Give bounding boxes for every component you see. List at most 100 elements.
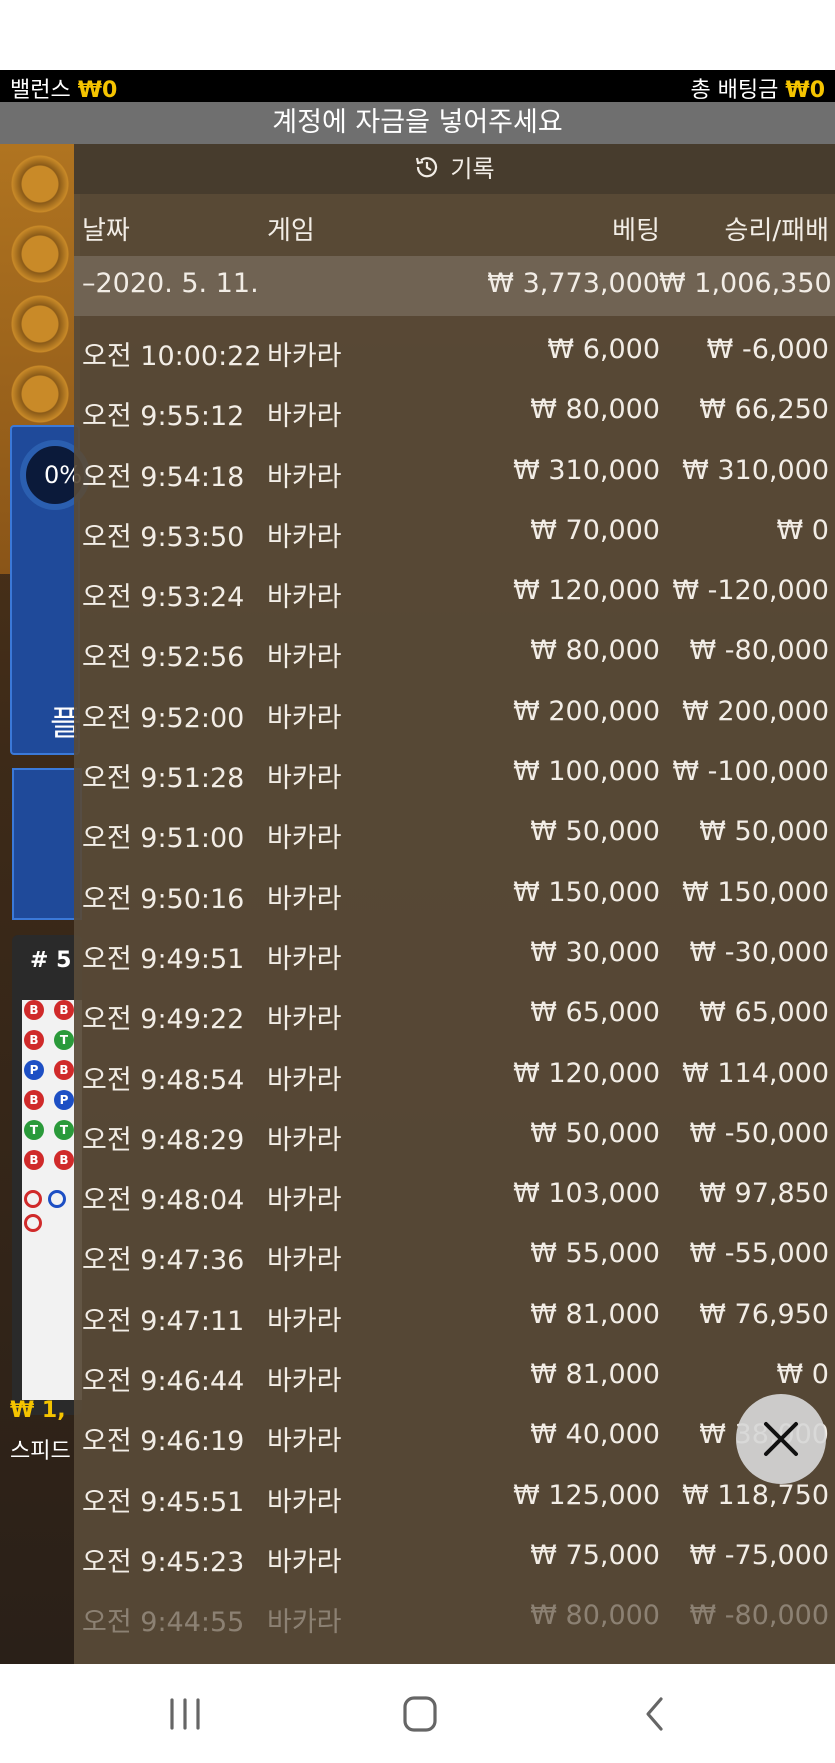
row-result: ₩ 66,250: [699, 394, 829, 426]
history-row[interactable]: 오전 9:51:28 바카라 ₩ 100,000 ₩ -100,000: [74, 738, 835, 798]
row-game: 바카라: [267, 1185, 342, 1217]
row-time: 오전 10:00:22: [82, 341, 262, 372]
row-game: 바카라: [267, 1245, 342, 1277]
row-time: 오전 9:48:04: [82, 1185, 245, 1217]
balance-display: 밸런스 ₩0: [10, 72, 117, 104]
bead-banker: B: [54, 1150, 74, 1170]
column-header-date[interactable]: 날짜: [82, 210, 262, 247]
row-result: ₩ 310,000: [682, 454, 829, 486]
close-button[interactable]: [736, 1394, 826, 1484]
row-result: ₩ 150,000: [682, 876, 829, 908]
history-header[interactable]: 기록: [74, 144, 835, 194]
history-row[interactable]: 오전 9:47:11 바카라 ₩ 81,000 ₩ 76,950: [74, 1281, 835, 1341]
history-row[interactable]: 오전 9:52:00 바카라 ₩ 200,000 ₩ 200,000: [74, 678, 835, 738]
row-game: 바카라: [267, 883, 342, 915]
history-row[interactable]: 오전 9:53:24 바카라 ₩ 120,000 ₩ -120,000: [74, 557, 835, 617]
row-time: 오전 9:51:28: [82, 763, 245, 795]
row-game: 바카라: [267, 1004, 342, 1036]
history-row[interactable]: 오전 9:49:51 바카라 ₩ 30,000 ₩ -30,000: [74, 919, 835, 979]
row-bet: ₩ 81,000: [530, 1298, 660, 1330]
row-bet: ₩ 30,000: [530, 936, 660, 968]
row-bet: ₩ 80,000: [530, 394, 660, 426]
history-row[interactable]: 오전 9:54:18 바카라 ₩ 310,000 ₩ 310,000: [74, 437, 835, 497]
history-row[interactable]: 오전 9:45:51 바카라 ₩ 125,000 ₩ 118,750: [74, 1462, 835, 1522]
row-bet: ₩ 120,000: [513, 575, 660, 607]
row-result: ₩ 76,950: [699, 1298, 829, 1330]
row-bet: ₩ 81,000: [530, 1359, 660, 1391]
recent-apps-icon[interactable]: [160, 1694, 210, 1734]
row-game: 바카라: [267, 763, 342, 795]
row-bet: ₩ 150,000: [513, 876, 660, 908]
row-bet: ₩ 65,000: [530, 997, 660, 1029]
history-row[interactable]: 오전 9:48:54 바카라 ₩ 120,000 ₩ 114,000: [74, 1040, 835, 1100]
row-bet: ₩ 75,000: [530, 1539, 660, 1571]
history-row[interactable]: 오전 9:48:04 바카라 ₩ 103,000 ₩ 97,850: [74, 1160, 835, 1220]
history-row[interactable]: 오전 9:52:56 바카라 ₩ 80,000 ₩ -80,000: [74, 617, 835, 677]
history-row[interactable]: 오전 9:46:19바카라₩ 40,000₩ 38,000: [74, 1401, 835, 1461]
row-game: 바카라: [267, 1486, 342, 1518]
history-row[interactable]: 오전 9:51:00 바카라 ₩ 50,000 ₩ 50,000: [74, 798, 835, 858]
history-row[interactable]: 오전 9:47:36 바카라 ₩ 55,000 ₩ -55,000: [74, 1220, 835, 1280]
history-row[interactable]: 오전 9:45:23 바카라 ₩ 75,000 ₩ -75,000: [74, 1522, 835, 1582]
row-bet: ₩ 310,000: [513, 454, 660, 486]
row-bet: ₩ 50,000: [530, 1117, 660, 1149]
total-bet-value: ₩0: [785, 78, 825, 103]
player-pair-bet-area[interactable]: [12, 768, 82, 920]
back-icon[interactable]: [630, 1694, 680, 1734]
row-time: 오전 9:54:18: [82, 461, 245, 493]
history-row[interactable]: 오전 10:00:22 바카라 ₩ 6,000 ₩ -6,000: [74, 316, 835, 376]
row-game: 바카라: [267, 582, 342, 614]
round-number: # 5: [30, 948, 72, 973]
row-bet: ₩ 120,000: [513, 1057, 660, 1089]
column-header-game[interactable]: 게임: [267, 210, 407, 247]
home-icon[interactable]: [395, 1694, 445, 1734]
table-name: 스피드: [10, 1439, 71, 1464]
row-result: ₩ 97,850: [699, 1178, 829, 1210]
history-row[interactable]: 오전 9:50:16 바카라 ₩ 150,000 ₩ 150,000: [74, 859, 835, 919]
row-time: 오전 9:45:23: [82, 1546, 245, 1578]
history-row[interactable]: 오전 9:46:44 바카라 ₩ 81,000 ₩ 0: [74, 1341, 835, 1401]
row-time: 오전 9:51:00: [82, 823, 245, 855]
row-time: 오전 9:47:36: [82, 1245, 245, 1277]
bead-tie: T: [54, 1030, 74, 1050]
history-column-headers: 날짜 게임 베팅 승리/패배: [74, 196, 835, 256]
close-icon: [764, 1422, 798, 1456]
row-result: ₩ -55,000: [689, 1238, 830, 1270]
row-result: ₩ -80,000: [689, 1600, 830, 1632]
history-row[interactable]: 오전 9:53:50 바카라 ₩ 70,000 ₩ 0: [74, 497, 835, 557]
history-row[interactable]: 오전 9:48:29 바카라 ₩ 50,000 ₩ -50,000: [74, 1100, 835, 1160]
row-game: 바카라: [267, 642, 342, 674]
row-bet: ₩ 50,000: [530, 816, 660, 848]
column-header-bet[interactable]: 베팅: [430, 210, 660, 247]
bead-tie: T: [54, 1120, 74, 1140]
summary-result-total: ₩ 1,006,350: [659, 268, 832, 299]
row-game: 바카라: [267, 461, 342, 493]
history-row[interactable]: 오전 9:49:22 바카라 ₩ 65,000 ₩ 65,000: [74, 979, 835, 1039]
row-result: ₩ 114,000: [682, 1057, 829, 1089]
screen: 밸런스 ₩0 총 배팅금 ₩0 계정에 자금을 넣어주세요 0% 플 # 5 B…: [0, 0, 835, 1763]
row-game: 바카라: [267, 1607, 342, 1639]
row-result: ₩ 65,000: [699, 997, 829, 1029]
row-game: 바카라: [267, 1064, 342, 1096]
history-row[interactable]: 오전 9:55:12 바카라 ₩ 80,000 ₩ 66,250: [74, 376, 835, 436]
big-road-mark: [24, 1190, 42, 1208]
bead-banker: B: [24, 1090, 44, 1110]
row-time: 오전 9:55:12: [82, 401, 245, 433]
history-row[interactable]: 오전 9:44:55 바카라 ₩ 80,000 ₩ -80,000: [74, 1582, 835, 1642]
row-time: 오전 9:50:16: [82, 883, 245, 915]
summary-bet-total: ₩ 3,773,000: [487, 268, 660, 299]
row-time: 오전 9:52:56: [82, 642, 245, 674]
date-summary-row[interactable]: –2020. 5. 11. ₩ 3,773,000 ₩ 1,006,350: [74, 256, 835, 316]
row-game: 바카라: [267, 1426, 342, 1458]
column-header-result[interactable]: 승리/패배: [659, 210, 829, 247]
total-bet-display: 총 배팅금 ₩0: [690, 72, 825, 104]
row-game: 바카라: [267, 1546, 342, 1578]
deposit-notice-bar[interactable]: 계정에 자금을 넣어주세요: [0, 102, 835, 144]
big-road-mark: [48, 1190, 66, 1208]
row-result: ₩ 200,000: [682, 695, 829, 727]
row-game: 바카라: [267, 702, 342, 734]
row-game: 바카라: [267, 521, 342, 553]
balance-value: ₩0: [77, 78, 118, 103]
balance-label: 밸런스: [10, 78, 71, 103]
bead-banker: B: [24, 1150, 44, 1170]
